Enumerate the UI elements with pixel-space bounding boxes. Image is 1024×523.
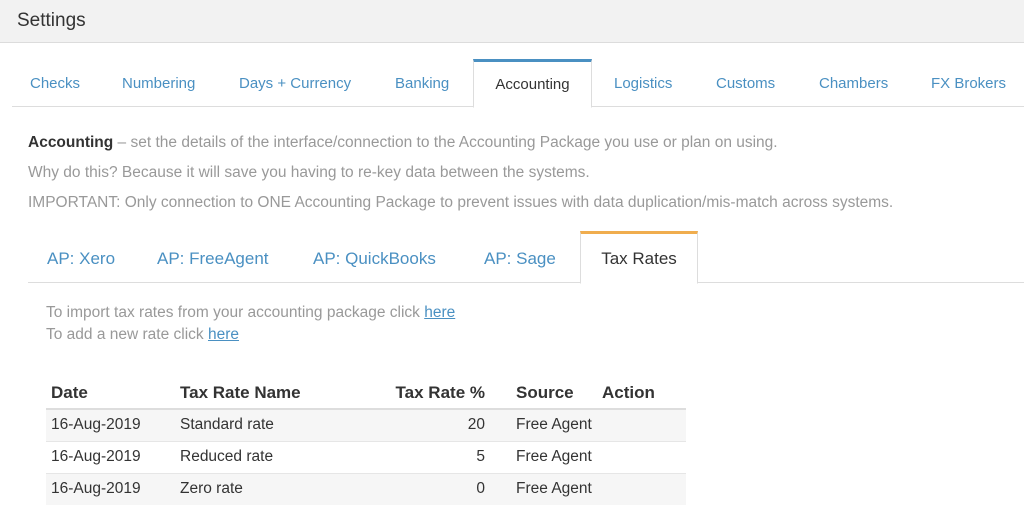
- subtab-freeagent[interactable]: AP: FreeAgent: [157, 231, 269, 283]
- subtab-sage[interactable]: AP: Sage: [484, 231, 556, 283]
- import-rates-link[interactable]: here: [424, 304, 455, 321]
- column-header-name[interactable]: Tax Rate Name: [175, 378, 355, 410]
- import-rates-hint: To import tax rates from your accounting…: [46, 304, 455, 322]
- accounting-why: Why do this? Because it will save you ha…: [28, 164, 590, 181]
- column-header-source[interactable]: Source: [490, 378, 597, 410]
- row-rate: 0: [355, 472, 490, 505]
- column-header-date[interactable]: Date: [46, 378, 175, 410]
- table-header-row: Date Tax Rate Name Tax Rate % Source Act…: [46, 378, 686, 410]
- tab-checks[interactable]: Checks: [30, 59, 80, 107]
- add-rate-link[interactable]: here: [208, 326, 239, 343]
- page-title: Settings: [17, 10, 86, 31]
- accounting-important: IMPORTANT: Only connection to ONE Accoun…: [28, 194, 894, 211]
- row-source: Free Agent: [490, 440, 597, 473]
- row-source: Free Agent: [490, 408, 597, 441]
- row-date: 16-Aug-2019: [46, 408, 175, 441]
- row-name: Zero rate: [175, 472, 355, 505]
- tab-numbering[interactable]: Numbering: [122, 59, 195, 107]
- column-header-action: Action: [597, 378, 686, 410]
- accounting-description: Accounting – set the details of the inte…: [28, 134, 778, 152]
- tab-accounting[interactable]: Accounting: [473, 59, 592, 108]
- table-row: 16-Aug-2019 Standard rate 20 Free Agent: [46, 408, 686, 441]
- add-rate-text: To add a new rate click: [46, 326, 208, 343]
- subtab-tax-rates[interactable]: Tax Rates: [580, 231, 698, 284]
- row-date: 16-Aug-2019: [46, 440, 175, 473]
- import-rates-text: To import tax rates from your accounting…: [46, 304, 425, 321]
- main-tab-bar: Checks Numbering Days + Currency Banking…: [12, 59, 1024, 108]
- tab-days-currency[interactable]: Days + Currency: [239, 59, 351, 107]
- accounting-heading: Accounting: [28, 134, 114, 151]
- subtab-quickbooks[interactable]: AP: QuickBooks: [313, 231, 436, 283]
- subtab-xero[interactable]: AP: Xero: [47, 231, 115, 283]
- column-header-rate[interactable]: Tax Rate %: [355, 378, 490, 410]
- row-name: Standard rate: [175, 408, 355, 441]
- tab-fx-brokers[interactable]: FX Brokers: [931, 59, 1006, 107]
- accounting-sub-tab-bar: AP: Xero AP: FreeAgent AP: QuickBooks AP…: [28, 231, 1024, 284]
- tab-customs[interactable]: Customs: [716, 59, 775, 107]
- tax-rates-table: Date Tax Rate Name Tax Rate % Source Act…: [46, 378, 686, 505]
- page-header: Settings: [0, 0, 1024, 43]
- row-rate: 5: [355, 440, 490, 473]
- tab-logistics[interactable]: Logistics: [614, 59, 672, 107]
- row-action: [597, 408, 686, 441]
- row-rate: 20: [355, 408, 490, 441]
- row-source: Free Agent: [490, 472, 597, 505]
- row-date: 16-Aug-2019: [46, 472, 175, 505]
- row-action: [597, 440, 686, 473]
- tab-chambers[interactable]: Chambers: [819, 59, 888, 107]
- add-rate-hint: To add a new rate click here: [46, 326, 239, 344]
- row-action: [597, 472, 686, 505]
- table-row: 16-Aug-2019 Reduced rate 5 Free Agent: [46, 440, 686, 473]
- table-row: 16-Aug-2019 Zero rate 0 Free Agent: [46, 472, 686, 505]
- row-name: Reduced rate: [175, 440, 355, 473]
- accounting-intro: – set the details of the interface/conne…: [113, 134, 778, 151]
- tab-banking[interactable]: Banking: [395, 59, 449, 107]
